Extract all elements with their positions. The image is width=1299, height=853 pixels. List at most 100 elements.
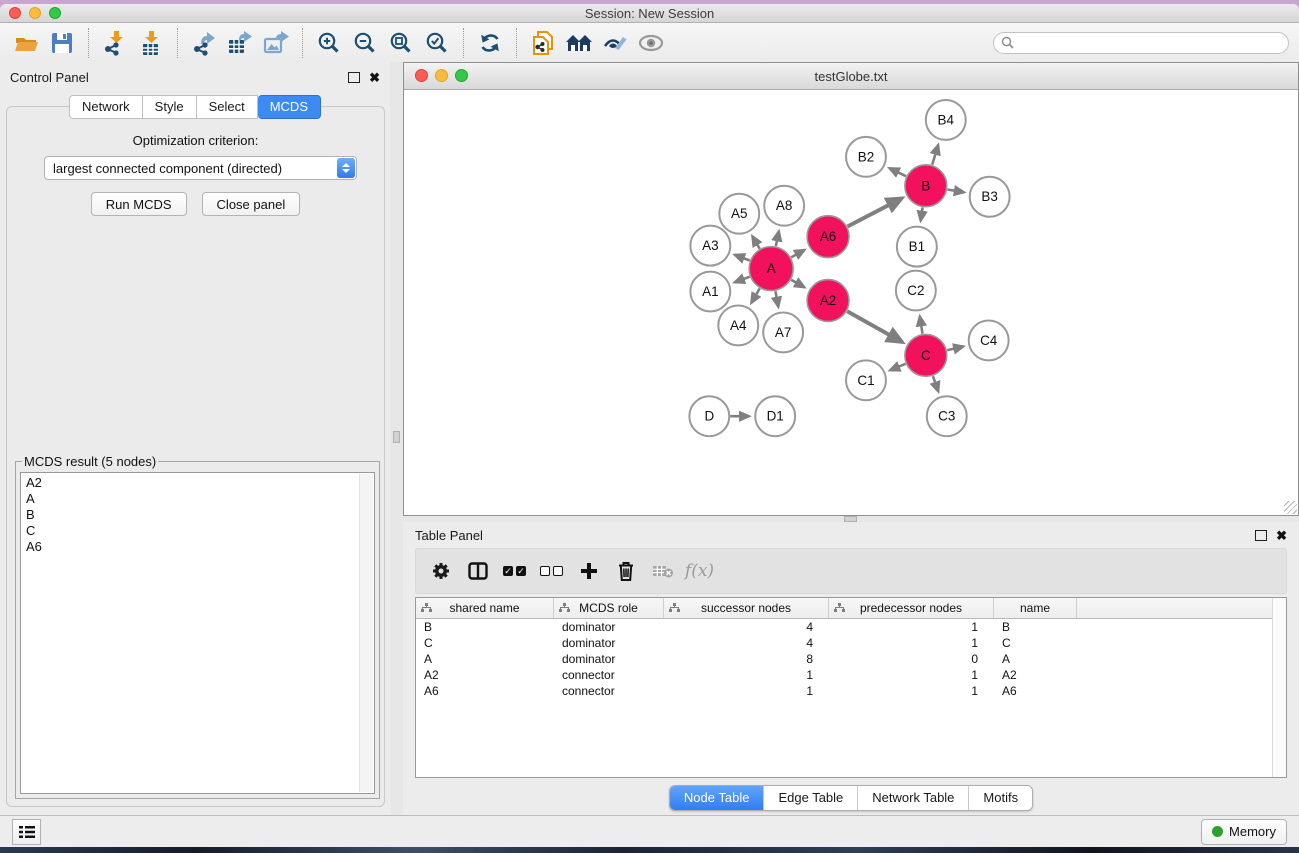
graph-edge-B-B4[interactable]	[932, 145, 938, 165]
result-scrollbar[interactable]	[359, 474, 373, 792]
open-file-icon[interactable]	[8, 27, 44, 59]
tab-edge-table[interactable]: Edge Table	[763, 786, 857, 810]
graph-edge-A-A2[interactable]	[791, 280, 804, 288]
tab-mcds[interactable]: MCDS	[258, 95, 321, 119]
minimize-network-icon[interactable]	[435, 69, 448, 82]
graph-edge-A-A5[interactable]	[752, 236, 759, 249]
add-column-icon[interactable]	[570, 562, 607, 580]
graph-edge-B-B3[interactable]	[947, 189, 964, 192]
deselect-all-rows-icon[interactable]	[533, 566, 570, 576]
tab-select[interactable]: Select	[197, 95, 258, 119]
maximize-network-icon[interactable]	[455, 69, 468, 82]
clone-network-icon[interactable]	[525, 27, 561, 59]
save-session-icon[interactable]	[44, 27, 80, 59]
zoom-selected-icon[interactable]	[419, 27, 455, 59]
run-mcds-button[interactable]: Run MCDS	[91, 192, 187, 216]
column-header-predecessor-nodes[interactable]: predecessor nodes	[829, 598, 994, 618]
table-row[interactable]: Adominator80A	[416, 651, 1286, 667]
graph-node-A7[interactable]: A7	[763, 312, 803, 352]
graph-edge-A-A4[interactable]	[751, 288, 759, 303]
select-columns-icon[interactable]	[459, 562, 496, 580]
tab-node-table[interactable]: Node Table	[670, 786, 764, 810]
eye-icon[interactable]	[633, 27, 669, 59]
window-resize-grip[interactable]	[1284, 501, 1297, 514]
memory-button[interactable]: Memory	[1201, 819, 1287, 845]
graph-node-A3[interactable]: A3	[690, 226, 730, 266]
mcds-result-item[interactable]: A	[26, 491, 374, 507]
graph-node-B1[interactable]: B1	[897, 227, 937, 267]
tab-network[interactable]: Network	[69, 95, 143, 119]
table-row[interactable]: A6connector11A6	[416, 683, 1286, 699]
graph-node-A6[interactable]: A6	[807, 216, 849, 258]
graph-edge-A-A8[interactable]	[776, 231, 779, 246]
graph-node-D1[interactable]: D1	[755, 396, 795, 436]
export-network-icon[interactable]	[186, 27, 222, 59]
home-icon[interactable]	[561, 27, 597, 59]
select-all-rows-icon[interactable]: ✓✓	[496, 566, 533, 576]
zoom-fit-icon[interactable]	[383, 27, 419, 59]
close-panel-icon[interactable]: ✖	[1276, 529, 1287, 542]
graph-node-C[interactable]: C	[905, 334, 947, 376]
graph-node-B[interactable]: B	[905, 165, 947, 207]
graph-node-A2[interactable]: A2	[807, 280, 849, 322]
table-scrollbar[interactable]	[1272, 598, 1286, 777]
graph-node-A8[interactable]: A8	[764, 186, 804, 226]
graph-node-C1[interactable]: C1	[846, 360, 886, 400]
splitter-handle[interactable]	[393, 431, 400, 443]
tab-motifs[interactable]: Motifs	[968, 786, 1032, 810]
table-row[interactable]: Cdominator41C	[416, 635, 1286, 651]
close-panel-icon[interactable]: ✖	[369, 71, 380, 84]
import-table-icon[interactable]	[133, 27, 169, 59]
graph-node-B4[interactable]: B4	[926, 100, 966, 140]
graph-node-D[interactable]: D	[689, 396, 729, 436]
graph-node-C4[interactable]: C4	[969, 320, 1009, 360]
graph-edge-A-A6[interactable]	[791, 250, 804, 258]
graph-node-B3[interactable]: B3	[970, 177, 1010, 217]
column-header-successor-nodes[interactable]: successor nodes	[664, 598, 829, 618]
mcds-result-item[interactable]: B	[26, 507, 374, 523]
mcds-result-item[interactable]: A6	[26, 539, 374, 555]
close-panel-button[interactable]: Close panel	[202, 192, 301, 216]
column-header-shared-name[interactable]: shared name	[416, 598, 554, 618]
graph-node-A4[interactable]: A4	[718, 305, 758, 345]
column-header-name[interactable]: name	[994, 598, 1077, 618]
graph-edge-A6-B[interactable]	[848, 198, 902, 226]
graph-node-B2[interactable]: B2	[846, 137, 886, 177]
tab-network-table[interactable]: Network Table	[857, 786, 968, 810]
search-input[interactable]	[993, 32, 1289, 54]
table-row[interactable]: A2connector11A2	[416, 667, 1286, 683]
refresh-icon[interactable]	[472, 27, 508, 59]
graph-edge-B-B2[interactable]	[889, 168, 906, 176]
show-hide-annotations-icon[interactable]	[597, 27, 633, 59]
minimize-window-icon[interactable]	[29, 7, 41, 19]
table-settings-gear-icon[interactable]	[422, 561, 459, 581]
float-panel-icon[interactable]	[1255, 530, 1267, 541]
network-canvas[interactable]: AA1A2A3A4A5A6A7A8BB1B2B3B4CC1C2C3C4DD1	[404, 90, 1298, 515]
graph-edge-A2-C[interactable]	[847, 311, 902, 342]
export-table-icon[interactable]	[222, 27, 258, 59]
graph-node-C2[interactable]: C2	[896, 271, 936, 311]
delete-column-trash-icon[interactable]	[607, 560, 644, 582]
mcds-result-item[interactable]: A2	[26, 475, 374, 491]
column-header-MCDS-role[interactable]: MCDS role	[554, 598, 664, 618]
graph-edge-C-C3[interactable]	[933, 376, 938, 392]
table-row[interactable]: Bdominator41B	[416, 619, 1286, 635]
vertical-splitter[interactable]	[390, 62, 403, 815]
graph-edge-A-A3[interactable]	[735, 255, 750, 261]
graph-edge-C-C4[interactable]	[947, 346, 963, 350]
graph-edge-C-C1[interactable]	[890, 364, 906, 371]
graph-edge-B-B1[interactable]	[921, 207, 923, 220]
zoom-out-icon[interactable]	[347, 27, 383, 59]
close-window-icon[interactable]	[9, 7, 21, 19]
tab-style[interactable]: Style	[143, 95, 197, 119]
network-window-titlebar[interactable]: testGlobe.txt	[404, 63, 1298, 90]
maximize-window-icon[interactable]	[49, 7, 61, 19]
mcds-result-item[interactable]: C	[26, 523, 374, 539]
import-network-icon[interactable]	[97, 27, 133, 59]
graph-edge-A-A7[interactable]	[775, 291, 778, 307]
float-panel-icon[interactable]	[348, 72, 360, 83]
export-image-icon[interactable]	[258, 27, 294, 59]
graph-node-C3[interactable]: C3	[927, 396, 967, 436]
zoom-in-icon[interactable]	[311, 27, 347, 59]
task-history-button[interactable]	[12, 819, 41, 845]
